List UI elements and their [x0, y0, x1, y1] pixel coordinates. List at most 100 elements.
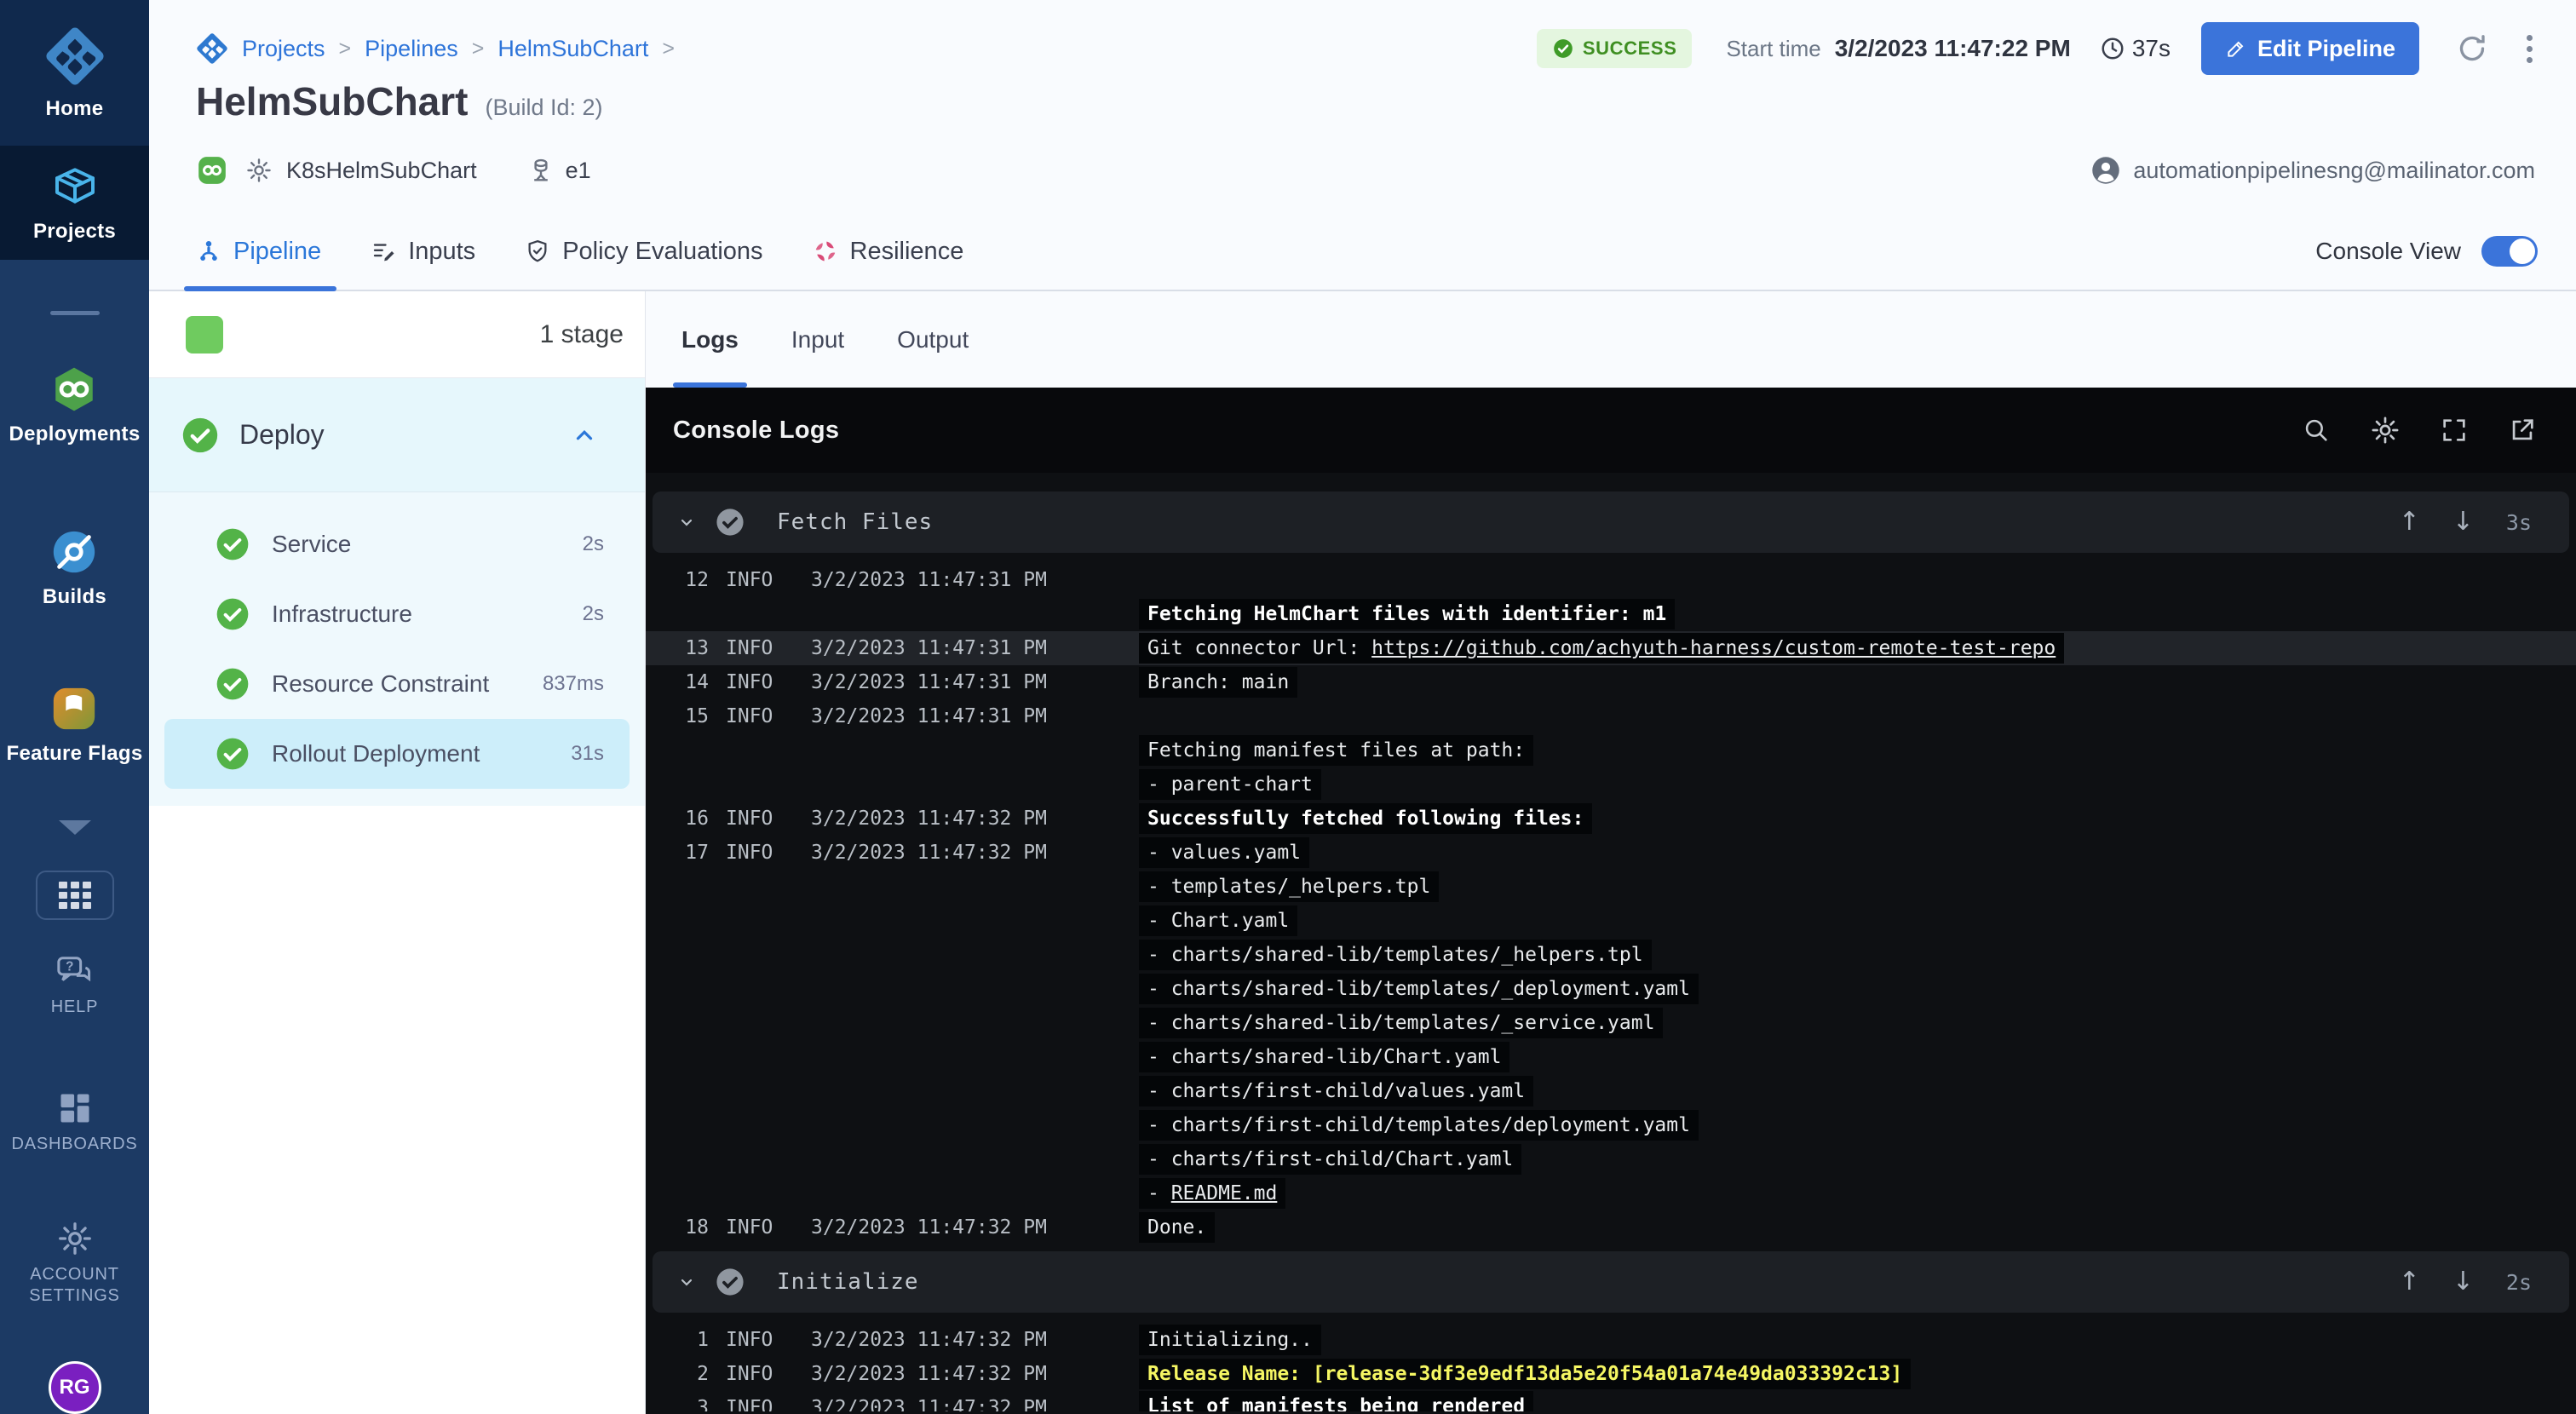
- open-in-new-icon[interactable]: [2508, 416, 2537, 445]
- chevron-up-icon[interactable]: [572, 422, 597, 448]
- log-line: 2 INFO 3/2/2023 11:47:32 PM Release Name…: [646, 1357, 2576, 1391]
- log-line-timestamp: 3/2/2023 11:47:32 PM: [811, 1323, 1067, 1357]
- log-line-number: 17: [646, 836, 709, 870]
- tab-label: Policy Evaluations: [562, 238, 762, 266]
- page-header: Projects > Pipelines > HelmSubChart > SU…: [149, 0, 2576, 291]
- log-line-message: List of manifests being rendered: [1139, 1391, 1533, 1411]
- step-duration: 2s: [583, 602, 604, 626]
- log-line-level: INFO: [726, 802, 792, 836]
- log-line: - parent-chart: [646, 767, 2576, 802]
- log-section-header[interactable]: Initialize ↑ ↓ 2s: [653, 1251, 2569, 1313]
- harness-logo-icon: [44, 26, 106, 87]
- log-line-timestamp: 3/2/2023 11:47:32 PM: [811, 1391, 1067, 1411]
- tab-logs[interactable]: Logs: [681, 291, 739, 388]
- log-link[interactable]: https://github.com/achyuth-harness/custo…: [1371, 637, 2056, 659]
- log-line: Fetching HelmChart files with identifier…: [646, 597, 2576, 631]
- chevron-down-icon[interactable]: [676, 1272, 697, 1292]
- log-line-message: - charts/shared-lib/Chart.yaml: [1139, 1042, 1509, 1072]
- check-circle-icon: [216, 667, 250, 701]
- log-line-level: INFO: [726, 1323, 792, 1357]
- breadcrumb-link-helmsubchart[interactable]: HelmSubChart: [497, 36, 648, 62]
- step-row-infrastructure[interactable]: Infrastructure 2s: [164, 579, 630, 649]
- more-options-button[interactable]: [2521, 30, 2538, 68]
- tab-label: Input: [791, 326, 844, 354]
- stage-row-deploy[interactable]: Deploy: [149, 378, 645, 492]
- build-id-label: (Build Id: 2): [485, 95, 602, 121]
- log-line-level: INFO: [726, 836, 792, 870]
- log-section-lines: 12 INFO 3/2/2023 11:47:31 PM Fetching He…: [646, 553, 2576, 1244]
- log-line-timestamp: 3/2/2023 11:47:32 PM: [811, 1357, 1067, 1391]
- avatar-initials: RG: [60, 1376, 90, 1400]
- log-section-header[interactable]: Fetch Files ↑ ↓ 3s: [653, 491, 2569, 553]
- log-line-timestamp: 3/2/2023 11:47:31 PM: [811, 665, 1067, 699]
- module-selector-button[interactable]: [36, 871, 114, 920]
- stage-panel-header: 1 stage: [149, 291, 645, 378]
- start-time-value: 3/2/2023 11:47:22 PM: [1835, 35, 2071, 62]
- sidebar-item-help[interactable]: ? HELP: [51, 954, 98, 1018]
- grid-icon: [59, 882, 91, 909]
- sidebar-expand-chevron-down-icon[interactable]: [59, 820, 91, 835]
- tab-output[interactable]: Output: [897, 291, 969, 388]
- breadcrumb-separator: >: [339, 37, 352, 61]
- scroll-up-icon[interactable]: ↑: [2399, 1269, 2420, 1295]
- log-line-number: 13: [646, 631, 709, 665]
- user-avatar[interactable]: RG: [49, 1361, 101, 1414]
- tab-policy-evaluations[interactable]: Policy Evaluations: [525, 213, 762, 290]
- search-icon[interactable]: [2302, 416, 2331, 445]
- tab-label: Inputs: [408, 238, 475, 266]
- step-row-resource-constraint[interactable]: Resource Constraint 837ms: [164, 649, 630, 719]
- log-section: Initialize ↑ ↓ 2s 1 INFO 3/2/2023 11:47:…: [646, 1251, 2576, 1411]
- log-line-message: Successfully fetched following files:: [1139, 803, 1592, 834]
- log-link[interactable]: README.md: [1171, 1182, 1278, 1204]
- chevron-down-icon[interactable]: [676, 512, 697, 532]
- breadcrumb-link-projects[interactable]: Projects: [242, 36, 325, 62]
- sidebar-item-builds[interactable]: Builds: [43, 527, 106, 609]
- breadcrumb-link-pipelines[interactable]: Pipelines: [365, 36, 458, 62]
- step-row-rollout-deployment[interactable]: Rollout Deployment 31s: [164, 719, 630, 789]
- step-row-service[interactable]: Service 2s: [164, 509, 630, 579]
- step-list: Service 2s Infrastructure 2s Resource Co…: [149, 492, 645, 806]
- scroll-down-icon[interactable]: ↓: [2452, 509, 2474, 535]
- gear-icon: [245, 157, 273, 184]
- console: Console Logs: [646, 388, 2576, 1414]
- environment-name[interactable]: e1: [566, 158, 591, 184]
- sidebar-item-dashboards[interactable]: DASHBOARDS: [11, 1089, 137, 1155]
- sidebar-item-feature-flags[interactable]: Feature Flags: [7, 684, 143, 766]
- service-name[interactable]: K8sHelmSubChart: [286, 158, 477, 184]
- page-title: HelmSubChart: [196, 78, 468, 124]
- scroll-down-icon[interactable]: ↓: [2452, 1269, 2474, 1295]
- tab-label: Pipeline: [233, 238, 321, 266]
- console-view-toggle[interactable]: [2481, 236, 2538, 267]
- tab-inputs[interactable]: Inputs: [371, 213, 475, 290]
- log-line-number: 3: [646, 1391, 709, 1411]
- help-chat-icon: ?: [55, 954, 94, 990]
- refresh-button[interactable]: [2455, 32, 2489, 66]
- sidebar-item-account-settings[interactable]: ACCOUNT SETTINGS: [20, 1220, 130, 1307]
- log-line-message: - parent-chart: [1139, 769, 1321, 800]
- log-line-timestamp: 3/2/2023 11:47:31 PM: [811, 631, 1067, 665]
- execution-tabbar: Pipeline Inputs Policy Evaluations Resil…: [149, 213, 2576, 290]
- sidebar-item-home[interactable]: Home: [0, 0, 149, 146]
- pipeline-icon: [196, 239, 221, 264]
- fullscreen-icon[interactable]: [2440, 416, 2469, 445]
- tab-pipeline[interactable]: Pipeline: [196, 213, 321, 290]
- log-line-level: INFO: [726, 631, 792, 665]
- tab-resilience[interactable]: Resilience: [813, 213, 964, 290]
- log-line-message: Initializing..: [1139, 1325, 1321, 1355]
- tab-label: Logs: [681, 326, 739, 354]
- log-line-timestamp: 3/2/2023 11:47:31 PM: [811, 563, 1067, 597]
- sidebar-item-label: Projects: [33, 220, 116, 244]
- log-line-message: - charts/shared-lib/templates/_service.y…: [1139, 1008, 1663, 1038]
- sidebar-item-deployments[interactable]: Deployments: [9, 365, 140, 446]
- edit-pipeline-label: Edit Pipeline: [2257, 36, 2395, 62]
- scroll-up-icon[interactable]: ↑: [2399, 509, 2420, 535]
- log-line-message: Fetching HelmChart files with identifier…: [1139, 599, 1675, 629]
- settings-gear-icon[interactable]: [2370, 415, 2401, 445]
- section-check-circle-icon: [716, 1267, 745, 1296]
- tab-input[interactable]: Input: [791, 291, 844, 388]
- log-line-message: Release Name: [release-3df3e9edf13da5e20…: [1139, 1359, 1911, 1389]
- edit-pipeline-button[interactable]: Edit Pipeline: [2201, 22, 2419, 75]
- sidebar-item-projects[interactable]: Projects: [0, 146, 149, 260]
- breadcrumb-separator: >: [472, 37, 485, 61]
- log-line: - charts/first-child/templates/deploymen…: [646, 1108, 2576, 1142]
